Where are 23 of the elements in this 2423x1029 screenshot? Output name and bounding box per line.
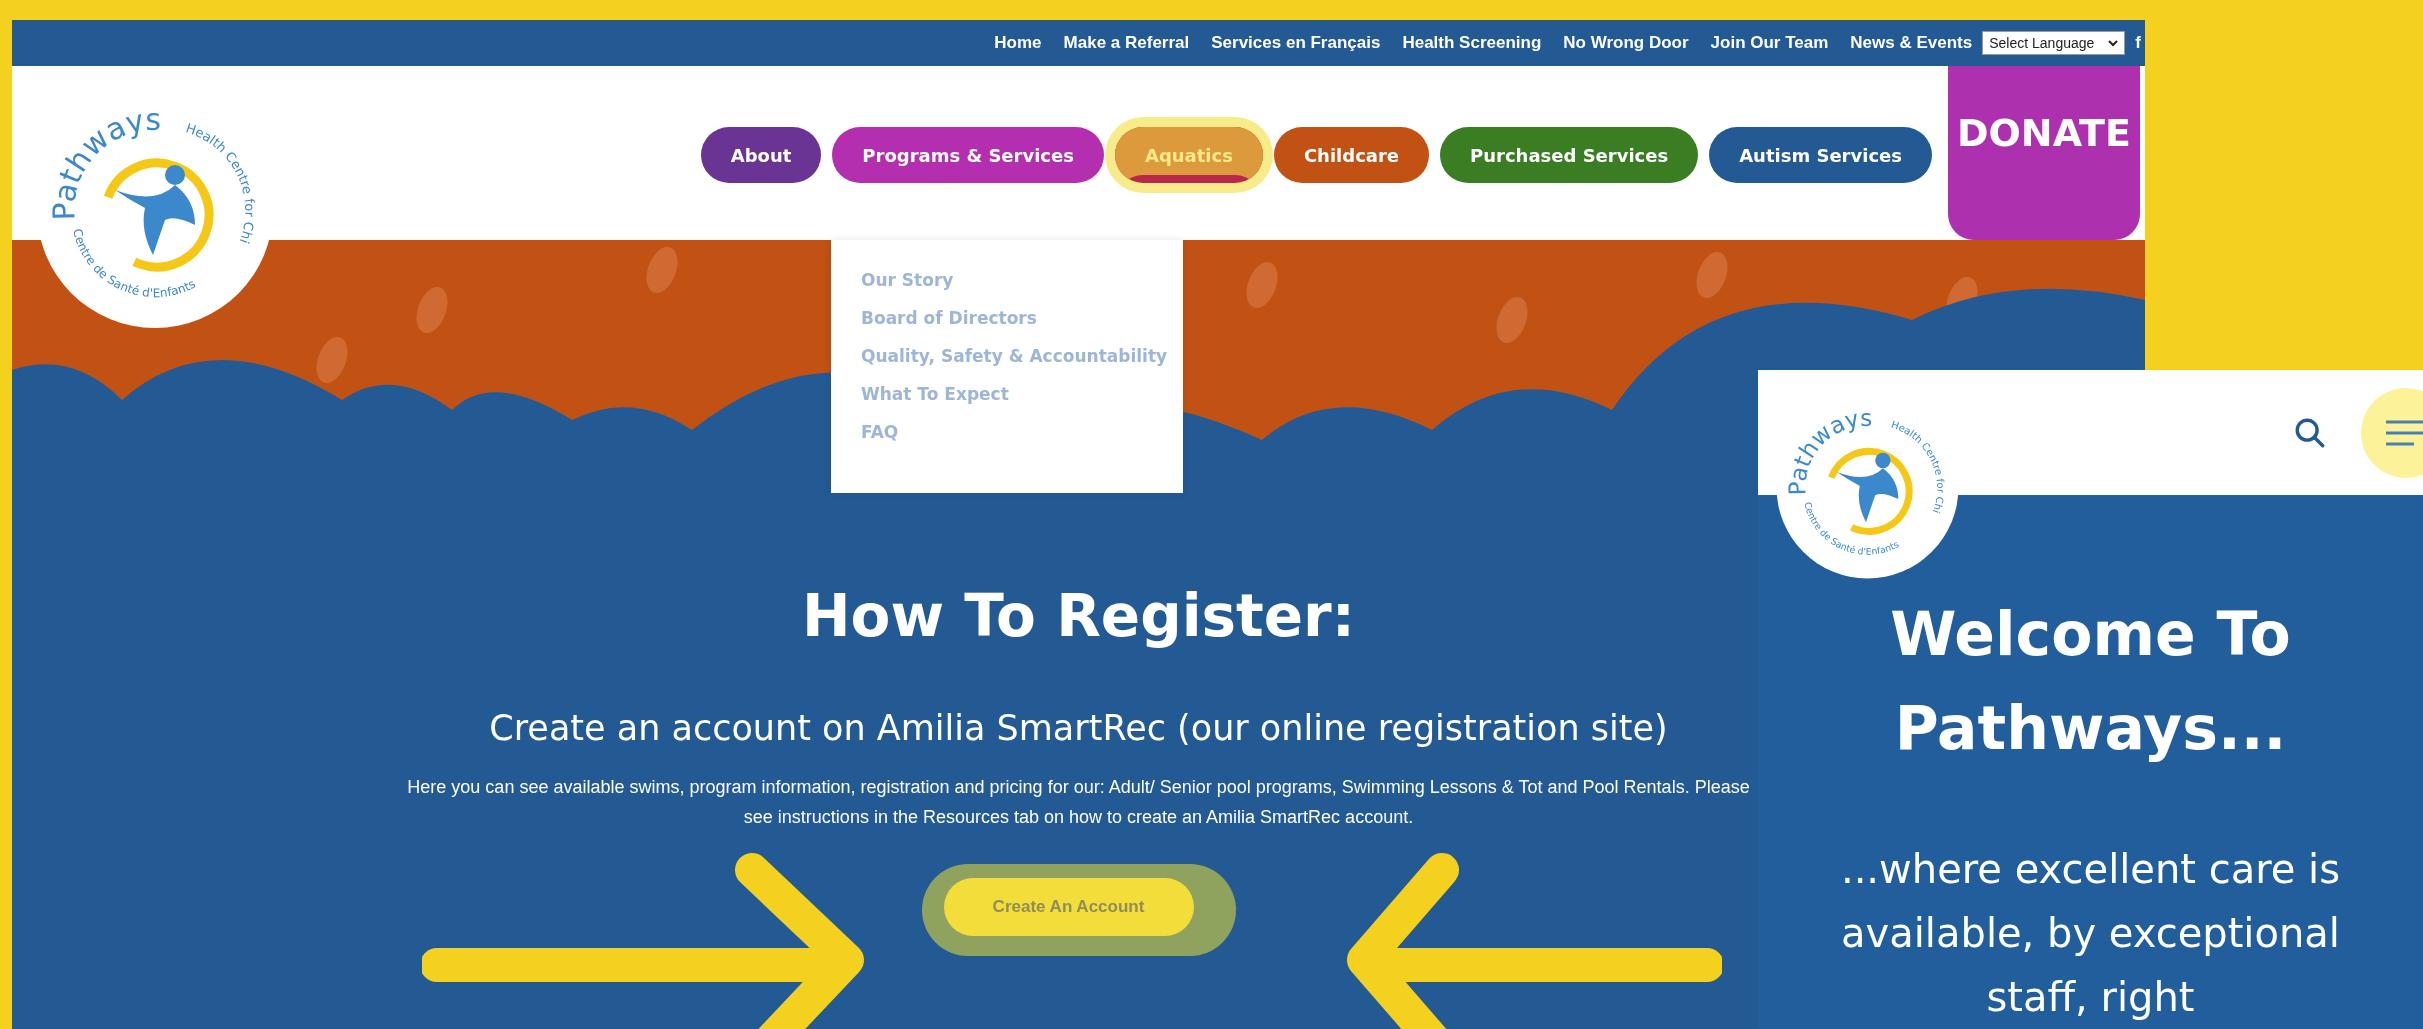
nav-button[interactable]: Autism Services <box>1709 127 1932 183</box>
top-nav-link[interactable]: Join Our Team <box>1710 33 1829 53</box>
top-nav-link[interactable]: Make a Referral <box>1063 33 1190 53</box>
chevron-down-icon <box>2108 39 2119 47</box>
top-nav-link[interactable]: News & Events <box>1850 33 1973 53</box>
menu-icon <box>2385 419 2423 447</box>
section-paragraph: Here you can see available swims, program information, registration and pricing for our: Adult/ Senior pool programs, Swimming Lessons & Tot and Pool Rentals. Please see instructions in the Resources tab on how to create an Amilia SmartRec account. <box>406 776 1751 829</box>
welcome-heading: Welcome To Pathways... <box>1889 598 2292 765</box>
language-select[interactable]: Select Language <box>1982 31 2126 55</box>
facebook-link[interactable]: f <box>2135 33 2141 53</box>
top-nav-link[interactable]: Services en Français <box>1211 33 1381 53</box>
welcome-text: ...where excellent care is available, by exceptional staff, right <box>1839 845 2342 1022</box>
nav-button[interactable]: Purchased Services <box>1440 127 1699 183</box>
top-nav-link[interactable]: No Wrong Door <box>1563 33 1689 53</box>
top-nav-link[interactable]: Home <box>994 33 1042 53</box>
donate-button[interactable]: DONATE <box>1948 66 2140 240</box>
section-subheading: Create an account on Amilia SmartRec (our online registration site) <box>489 708 1668 748</box>
section-heading: How To Register: <box>802 582 1355 650</box>
top-nav-link[interactable]: Health Screening <box>1402 33 1542 53</box>
nav-button[interactable]: About <box>700 127 822 183</box>
nav-button[interactable]: Programs & Services <box>832 127 1104 183</box>
search-icon <box>2293 416 2327 450</box>
nav-button[interactable]: Childcare <box>1273 127 1430 183</box>
